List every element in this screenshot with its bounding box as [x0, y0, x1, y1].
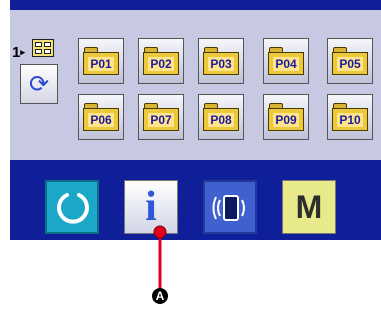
callout-leader-line — [153, 225, 167, 288]
callout-marker-a: A — [152, 288, 168, 304]
